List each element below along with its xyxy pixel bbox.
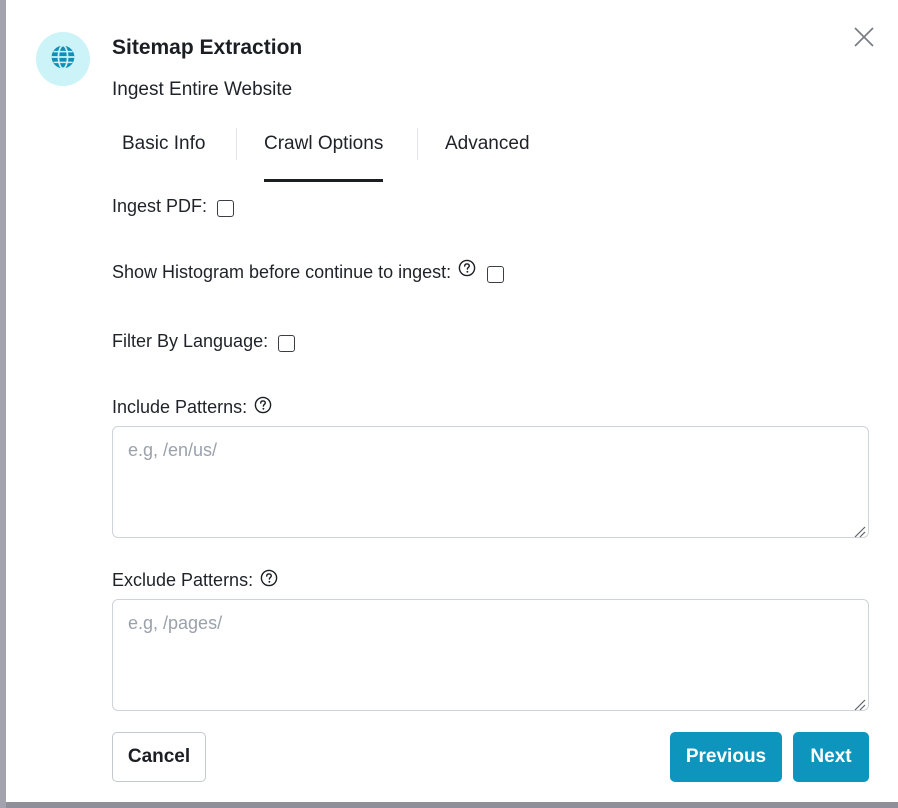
show-histogram-row: Show Histogram before continue to ingest…: [112, 259, 505, 283]
exclude-patterns-placeholder: e.g, /pages/: [128, 613, 223, 633]
tab-crawl-options[interactable]: Crawl Options: [264, 126, 384, 182]
filter-language-row: Filter By Language:: [112, 330, 296, 352]
next-button[interactable]: Next: [793, 732, 869, 782]
globe-icon: [50, 44, 76, 75]
tab-bar: Basic Info Crawl Options Advanced: [112, 126, 572, 182]
close-icon: [853, 26, 875, 53]
ingest-pdf-checkbox[interactable]: [217, 200, 235, 217]
resize-grip-icon[interactable]: [853, 695, 866, 711]
tab-divider: [236, 128, 237, 160]
dialog-title: Sitemap Extraction: [112, 36, 303, 59]
exclude-patterns-label-row: Exclude Patterns:: [112, 569, 278, 591]
help-icon[interactable]: [458, 259, 476, 277]
show-histogram-label: Show Histogram before continue to ingest…: [112, 261, 452, 282]
include-patterns-input[interactable]: e.g, /en/us/: [112, 426, 869, 538]
exclude-patterns-input[interactable]: e.g, /pages/: [112, 599, 869, 711]
tab-divider: [417, 128, 418, 160]
show-histogram-checkbox[interactable]: [487, 266, 505, 283]
dialog-logo: [36, 32, 90, 86]
include-patterns-label-row: Include Patterns:: [112, 396, 272, 418]
dialog-subtitle: Ingest Entire Website: [112, 79, 293, 100]
sitemap-extraction-dialog: Sitemap Extraction Ingest Entire Website…: [6, 0, 898, 802]
filter-language-label: Filter By Language:: [112, 330, 269, 351]
help-icon[interactable]: [260, 569, 278, 587]
tab-basic-info[interactable]: Basic Info: [122, 126, 205, 182]
filter-language-checkbox[interactable]: [278, 335, 296, 352]
include-patterns-label: Include Patterns:: [112, 397, 248, 417]
ingest-pdf-label: Ingest PDF:: [112, 195, 208, 216]
cancel-button[interactable]: Cancel: [112, 732, 206, 782]
tab-advanced[interactable]: Advanced: [445, 126, 530, 182]
ingest-pdf-row: Ingest PDF:: [112, 195, 235, 217]
close-button[interactable]: [850, 25, 878, 53]
resize-grip-icon[interactable]: [853, 522, 866, 538]
exclude-patterns-label: Exclude Patterns:: [112, 570, 254, 590]
previous-button[interactable]: Previous: [670, 732, 782, 782]
include-patterns-placeholder: e.g, /en/us/: [128, 440, 218, 460]
help-icon[interactable]: [254, 396, 272, 414]
